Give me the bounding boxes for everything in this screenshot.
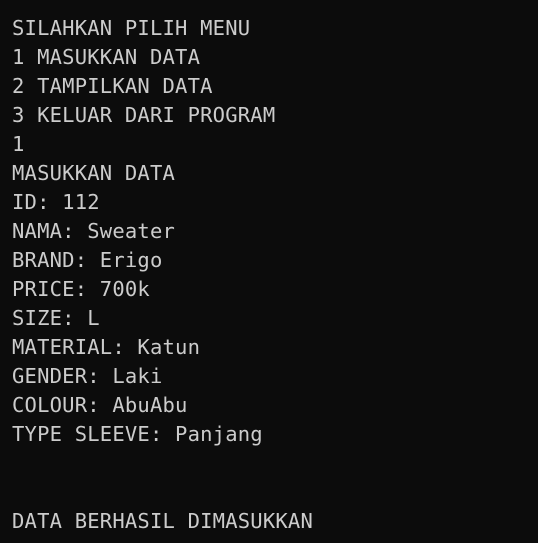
field-size: SIZE: L [12, 306, 100, 330]
menu-prompt-line: SILAHKAN PILIH MENU [12, 16, 251, 40]
user-choice-input: 1 [12, 132, 25, 156]
field-material: MATERIAL: Katun [12, 335, 201, 359]
field-id: ID: 112 [12, 190, 100, 214]
field-price: PRICE: 700k [12, 277, 150, 301]
console-window[interactable]: SILAHKAN PILIH MENU 1 MASUKKAN DATA 2 TA… [0, 0, 538, 543]
field-colour: COLOUR: AbuAbu [12, 393, 188, 417]
field-type-sleeve: TYPE SLEEVE: Panjang [12, 422, 263, 446]
field-nama: NAMA: Sweater [12, 219, 176, 243]
menu-option-display: 2 TAMPILKAN DATA [12, 74, 213, 98]
menu-option-exit: 3 KELUAR DARI PROGRAM [12, 103, 276, 127]
section-heading: MASUKKAN DATA [12, 161, 176, 185]
field-brand: BRAND: Erigo [12, 248, 163, 272]
menu-option-insert: 1 MASUKKAN DATA [12, 45, 201, 69]
field-gender: GENDER: Laki [12, 364, 163, 388]
success-message: DATA BERHASIL DIMASUKKAN [12, 509, 314, 533]
